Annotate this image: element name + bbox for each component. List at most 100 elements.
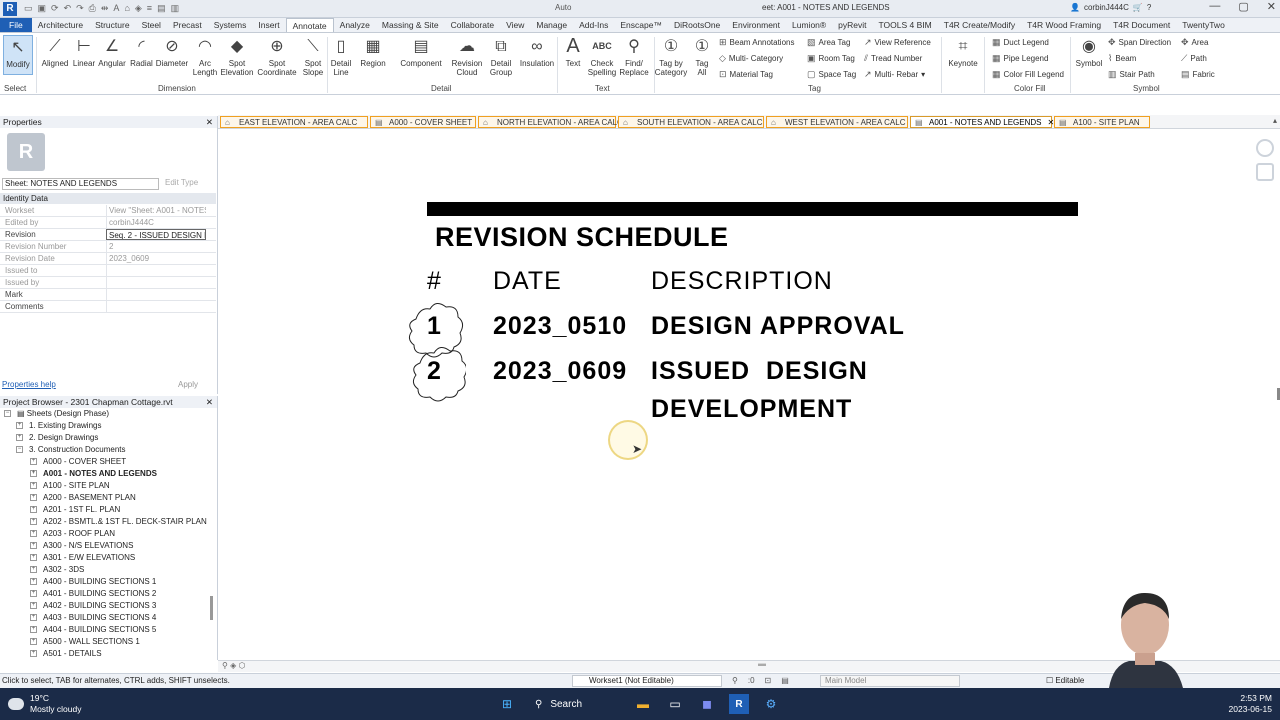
fabric-button[interactable]: ▤ Fabric <box>1181 69 1215 80</box>
user-menu[interactable]: 👤 corbinJ444C 🛒 ? <box>1070 3 1151 12</box>
identity-data-group[interactable]: Identity Data <box>0 193 216 204</box>
design-option-selector[interactable]: Main Model <box>820 675 960 687</box>
tab-tools-4-bim[interactable]: TOOLS 4 BIM <box>873 18 938 32</box>
expand-icon[interactable]: + <box>30 542 37 550</box>
revision-field[interactable]: Seq. 2 - ISSUED DESIGN D <box>106 229 206 240</box>
spot-elevation-button[interactable]: ◆ Spot Elevation <box>220 35 254 77</box>
close-hidden-icon[interactable]: ▤ <box>157 3 166 14</box>
expand-icon[interactable]: + <box>30 650 37 658</box>
tab-architecture[interactable]: Architecture <box>32 18 89 32</box>
settings-icon[interactable]: ⚙ <box>761 694 781 714</box>
sheet-item[interactable]: + A202 - BSMTL.& 1ST FL. DECK-STAIR PLAN <box>30 516 207 527</box>
collapse-icon[interactable]: − <box>16 446 23 454</box>
sheet-item[interactable]: + A501 - DETAILS <box>30 648 102 659</box>
expand-icon[interactable]: + <box>30 470 37 478</box>
revit-taskbar-icon[interactable]: R <box>729 694 749 714</box>
space-tag-button[interactable]: ▢ Space Tag <box>807 69 856 80</box>
windows-start-icon[interactable]: ⊞ <box>497 694 517 714</box>
view-tab[interactable]: ⌂ WEST ELEVATION - AREA CALC <box>766 116 908 128</box>
component-button[interactable]: ▤ Component <box>398 35 444 68</box>
select-panel-label[interactable]: Select <box>4 84 26 93</box>
sheet-item[interactable]: + A000 - COVER SHEET <box>30 456 126 467</box>
drawing-canvas[interactable]: REVISION SCHEDULE # DATE DESCRIPTION 1 2… <box>218 129 1280 660</box>
help-icon[interactable]: ? <box>1147 3 1151 12</box>
tag-panel-label[interactable]: Tag <box>808 84 821 93</box>
tab-analyze[interactable]: Analyze <box>334 18 376 32</box>
expand-icon[interactable]: + <box>30 566 37 574</box>
text-button[interactable]: A Text <box>561 35 585 69</box>
maximize-icon[interactable]: ▢ <box>1238 0 1248 13</box>
beam-annotations-button[interactable]: ⊞ Beam Annotations <box>719 37 794 48</box>
type-selector[interactable]: Sheet: NOTES AND LEGENDS <box>2 178 159 190</box>
tab-t4r-wood-framing[interactable]: T4R Wood Framing <box>1021 18 1107 32</box>
detail-group-button[interactable]: ⧉ Detail Group <box>487 35 515 77</box>
tab-t4r-create-modify[interactable]: T4R Create/Modify <box>938 18 1021 32</box>
thin-lines-icon[interactable]: ≡ <box>147 3 152 14</box>
expand-icon[interactable]: + <box>30 626 37 634</box>
angular-dimension-button[interactable]: ∠ Angular <box>97 35 127 68</box>
editable-only-checkbox[interactable]: ☐ Editable <box>1046 674 1084 688</box>
sheet-item[interactable]: + A404 - BUILDING SECTIONS 5 <box>30 624 156 635</box>
minimize-icon[interactable]: — <box>1209 0 1220 13</box>
tab-collaborate[interactable]: Collaborate <box>445 18 500 32</box>
tag-by-category-button[interactable]: ① Tag by Category <box>655 35 687 77</box>
view-reference-button[interactable]: ↗ View Reference <box>864 37 931 48</box>
section-icon[interactable]: ◈ <box>135 3 142 14</box>
tree-node-group[interactable]: +2. Design Drawings <box>16 432 98 443</box>
tab-environment[interactable]: Environment <box>726 18 786 32</box>
material-tag-button[interactable]: ⊡ Material Tag <box>719 69 773 80</box>
expand-icon[interactable]: + <box>30 506 37 514</box>
sheet-item[interactable]: + A301 - E/W ELEVATIONS <box>30 552 135 563</box>
multi-category-button[interactable]: ◇ Multi- Category <box>719 53 783 64</box>
expand-icon[interactable]: + <box>16 422 23 430</box>
undo-icon[interactable]: ↶ <box>64 3 72 14</box>
expand-icon[interactable]: + <box>30 458 37 466</box>
tab-massing-site[interactable]: Massing & Site <box>376 18 445 32</box>
expand-icon[interactable]: + <box>30 590 37 598</box>
sheet-item[interactable]: + A500 - WALL SECTIONS 1 <box>30 636 140 647</box>
check-spelling-button[interactable]: ABC Check Spelling <box>586 35 618 77</box>
workset-selector[interactable]: Workset1 (Not Editable) <box>572 675 722 687</box>
expand-icon[interactable]: + <box>30 530 37 538</box>
sheet-item[interactable]: + A200 - BASEMENT PLAN <box>30 492 136 503</box>
print-icon[interactable]: ⎙ <box>89 3 96 14</box>
detail-panel-label[interactable]: Detail <box>431 84 451 93</box>
properties-help-link[interactable]: Properties help <box>2 380 56 389</box>
arc-length-button[interactable]: ◠ Arc Length <box>190 35 220 77</box>
tab-systems[interactable]: Systems <box>208 18 253 32</box>
expand-icon[interactable]: + <box>30 638 37 646</box>
tab-precast[interactable]: Precast <box>167 18 208 32</box>
aligned-dimension-button[interactable]: ⟋ Aligned <box>40 35 70 68</box>
view-tab[interactable]: ⌂ NORTH ELEVATION - AREA CALC <box>478 116 623 128</box>
steering-wheel-icon[interactable] <box>1256 139 1274 157</box>
spot-coordinate-button[interactable]: ⊕ Spot Coordinate <box>256 35 298 77</box>
tree-node-sheets[interactable]: − ▤ Sheets (Design Phase) <box>4 408 109 419</box>
region-button[interactable]: ▦ Region <box>360 35 386 68</box>
path-reinforcement-button[interactable]: ⟋ Path <box>1181 53 1207 64</box>
tag-all-button[interactable]: ① Tag All <box>691 35 713 77</box>
spot-slope-button[interactable]: ⟍ Spot Slope <box>300 35 326 77</box>
redo-icon[interactable]: ↷ <box>76 3 84 14</box>
sheet-item[interactable]: + A302 - 3DS <box>30 564 84 575</box>
view-tab[interactable]: ⌂ SOUTH ELEVATION - AREA CALC <box>618 116 764 128</box>
property-row[interactable]: Mark <box>0 289 216 301</box>
save-icon[interactable]: ▣ <box>38 3 47 14</box>
pipe-legend-button[interactable]: ▦ Pipe Legend <box>992 53 1048 64</box>
sheet-item[interactable]: + A201 - 1ST FL. PLAN <box>30 504 120 515</box>
sync-icon[interactable]: ⟳ <box>51 3 59 14</box>
weather-widget[interactable]: 19°C Mostly cloudy <box>8 693 82 715</box>
sheet-item[interactable]: + A100 - SITE PLAN <box>30 480 110 491</box>
tree-node-group[interactable]: +1. Existing Drawings <box>16 420 101 431</box>
tab-structure[interactable]: Structure <box>89 18 136 32</box>
tread-number-button[interactable]: ⫽ Tread Number <box>864 53 922 64</box>
view-control-icons[interactable]: ⚲ ◈ ⬡ <box>222 661 245 670</box>
revit-logo-icon[interactable]: R <box>3 1 17 16</box>
expand-icon[interactable]: + <box>16 434 23 442</box>
multi-rebar-button[interactable]: ↗ Multi- Rebar ▾ <box>864 69 925 80</box>
close-icon[interactable]: ✕ <box>206 396 213 408</box>
expand-icon[interactable]: + <box>30 494 37 502</box>
color-fill-panel-label[interactable]: Color Fill <box>1014 84 1046 93</box>
room-tag-button[interactable]: ▣ Room Tag <box>807 53 855 64</box>
tabs-dropdown-icon[interactable]: ▴ <box>1273 116 1277 125</box>
detail-line-button[interactable]: ▯ Detail Line <box>329 35 353 77</box>
